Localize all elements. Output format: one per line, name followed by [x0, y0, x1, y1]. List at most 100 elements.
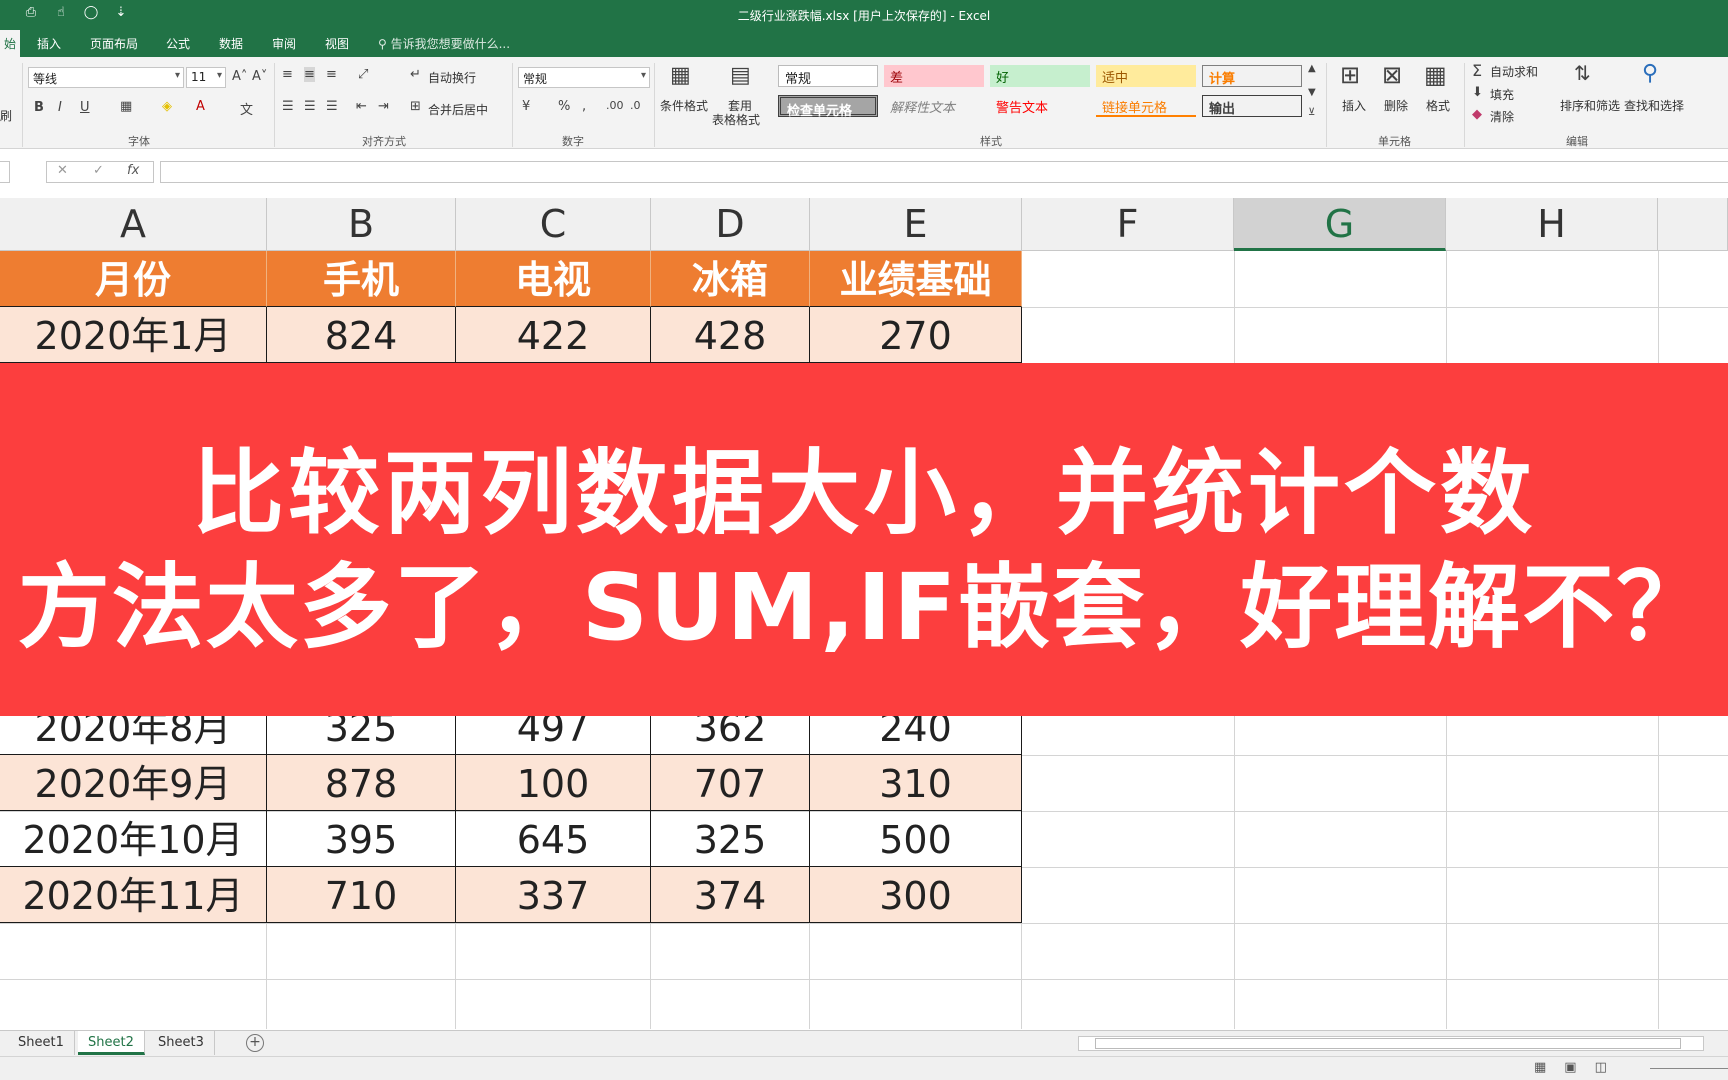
style-normal[interactable]: 常规: [778, 65, 878, 87]
table-format-button-2[interactable]: 表格格式: [712, 111, 760, 128]
clear-icon[interactable]: ◆: [1472, 107, 1482, 122]
style-warning[interactable]: 警告文本: [990, 95, 1090, 117]
table-header-tv[interactable]: 电视: [456, 251, 651, 307]
format-cells-icon[interactable]: ▦: [1424, 61, 1447, 89]
table-cell[interactable]: 337: [456, 867, 651, 923]
table-cell[interactable]: 2020年9月: [0, 755, 267, 811]
align-left-icon[interactable]: ☰: [282, 99, 294, 114]
clear-button[interactable]: 清除: [1490, 108, 1514, 125]
conditional-format-button[interactable]: 条件格式: [660, 97, 708, 114]
table-cell[interactable]: 645: [456, 811, 651, 867]
styles-more-icon[interactable]: ⊻: [1308, 107, 1315, 118]
tell-me-search[interactable]: ⚲ 告诉我您想要做什么...: [378, 35, 510, 52]
increase-font-icon[interactable]: A˄: [232, 69, 247, 84]
table-cell[interactable]: 325: [651, 811, 810, 867]
add-sheet-icon[interactable]: +: [246, 1034, 264, 1052]
enter-icon[interactable]: ✓: [93, 163, 104, 178]
normal-view-icon[interactable]: ▦: [1534, 1060, 1546, 1075]
table-header-phone[interactable]: 手机: [267, 251, 456, 307]
page-break-view-icon[interactable]: ◫: [1595, 1060, 1607, 1075]
formula-input[interactable]: [160, 161, 1728, 183]
table-cell[interactable]: 270: [810, 307, 1022, 363]
tab-formulas[interactable]: 公式: [166, 35, 190, 52]
table-cell[interactable]: 878: [267, 755, 456, 811]
style-output[interactable]: 输出: [1202, 95, 1302, 117]
autosum-button[interactable]: 自动求和: [1490, 63, 1538, 80]
format-painter-label[interactable]: 刷: [0, 107, 12, 124]
table-cell[interactable]: 395: [267, 811, 456, 867]
table-cell[interactable]: 422: [456, 307, 651, 363]
underline-icon[interactable]: U: [80, 100, 90, 115]
style-explanatory[interactable]: 解释性文本: [884, 95, 984, 117]
fx-icon[interactable]: fx: [127, 163, 139, 178]
style-neutral[interactable]: 适中: [1096, 65, 1196, 87]
merge-center-icon[interactable]: ⊞: [410, 99, 421, 114]
column-header-e[interactable]: E: [810, 198, 1022, 251]
table-cell[interactable]: 2020年10月: [0, 811, 267, 867]
font-size-combo[interactable]: 11: [186, 67, 226, 88]
table-cell[interactable]: 500: [810, 811, 1022, 867]
table-cell[interactable]: 428: [651, 307, 810, 363]
column-header-f[interactable]: F: [1022, 198, 1234, 251]
style-linked-cell[interactable]: 链接单元格: [1096, 95, 1196, 117]
find-select-icon[interactable]: ⚲: [1642, 61, 1658, 86]
delete-cells-button[interactable]: 删除: [1384, 97, 1408, 114]
table-cell[interactable]: 824: [267, 307, 456, 363]
table-header-month[interactable]: 月份: [0, 251, 267, 307]
increase-decimal-icon[interactable]: .00: [606, 99, 624, 112]
increase-indent-icon[interactable]: ⇥: [378, 99, 389, 114]
wrap-text-icon[interactable]: ↵: [410, 67, 421, 82]
styles-scroll-down-icon[interactable]: ▼: [1308, 87, 1316, 98]
align-bottom-icon[interactable]: ≡: [326, 67, 337, 82]
column-header-g[interactable]: G: [1234, 198, 1446, 251]
font-color-icon[interactable]: A: [196, 99, 205, 114]
merge-center-button[interactable]: 合并后居中: [428, 101, 488, 118]
scrollbar-thumb[interactable]: [1095, 1038, 1681, 1049]
italic-icon[interactable]: I: [58, 100, 62, 115]
sheet-tab-1[interactable]: Sheet1: [8, 1031, 75, 1055]
style-calculation[interactable]: 计算: [1202, 65, 1302, 87]
sheet-tab-3[interactable]: Sheet3: [148, 1031, 215, 1055]
fill-icon[interactable]: ⬇: [1472, 85, 1483, 100]
currency-icon[interactable]: ¥: [522, 99, 530, 114]
tab-insert[interactable]: 插入: [37, 35, 61, 52]
page-layout-view-icon[interactable]: ▣: [1564, 1060, 1576, 1075]
decrease-decimal-icon[interactable]: .0: [630, 99, 641, 112]
insert-cells-icon[interactable]: ⊞: [1340, 61, 1360, 89]
table-header-fridge[interactable]: 冰箱: [651, 251, 810, 307]
align-middle-icon[interactable]: ≡: [304, 67, 315, 82]
decrease-indent-icon[interactable]: ⇤: [356, 99, 367, 114]
orientation-icon[interactable]: ⤢: [358, 67, 368, 82]
align-center-icon[interactable]: ☰: [304, 99, 316, 114]
conditional-format-icon[interactable]: ▦: [670, 63, 691, 88]
horizontal-scrollbar[interactable]: [1078, 1036, 1704, 1051]
cancel-icon[interactable]: ✕: [57, 163, 68, 178]
insert-cells-button[interactable]: 插入: [1342, 97, 1366, 114]
percent-icon[interactable]: %: [558, 99, 570, 114]
table-format-icon[interactable]: ▤: [730, 63, 751, 88]
column-header-h[interactable]: H: [1446, 198, 1658, 251]
wrap-text-button[interactable]: 自动换行: [428, 69, 476, 86]
borders-icon[interactable]: ▦: [120, 99, 132, 114]
column-header-a[interactable]: A: [0, 198, 267, 251]
table-cell[interactable]: 310: [810, 755, 1022, 811]
bold-icon[interactable]: B: [34, 100, 44, 115]
number-format-combo[interactable]: 常规: [518, 67, 650, 88]
fill-button[interactable]: 填充: [1490, 86, 1514, 103]
find-select-button[interactable]: 查找和选择: [1624, 97, 1684, 114]
table-cell[interactable]: 2020年11月: [0, 867, 267, 923]
align-right-icon[interactable]: ☰: [326, 99, 338, 114]
zoom-slider[interactable]: [1650, 1068, 1728, 1069]
autosum-icon[interactable]: Σ: [1472, 61, 1482, 80]
fill-color-icon[interactable]: ◈: [162, 99, 172, 114]
table-cell[interactable]: 100: [456, 755, 651, 811]
tab-data[interactable]: 数据: [219, 35, 243, 52]
style-check-cell[interactable]: 检查单元格: [778, 95, 878, 119]
column-header-d[interactable]: D: [651, 198, 810, 251]
font-name-combo[interactable]: 等线: [28, 67, 184, 88]
sheet-tab-2[interactable]: Sheet2: [78, 1031, 145, 1055]
name-box[interactable]: [0, 161, 10, 183]
column-header-i[interactable]: [1658, 198, 1728, 251]
column-header-b[interactable]: B: [267, 198, 456, 251]
comma-icon[interactable]: ,: [582, 99, 586, 114]
